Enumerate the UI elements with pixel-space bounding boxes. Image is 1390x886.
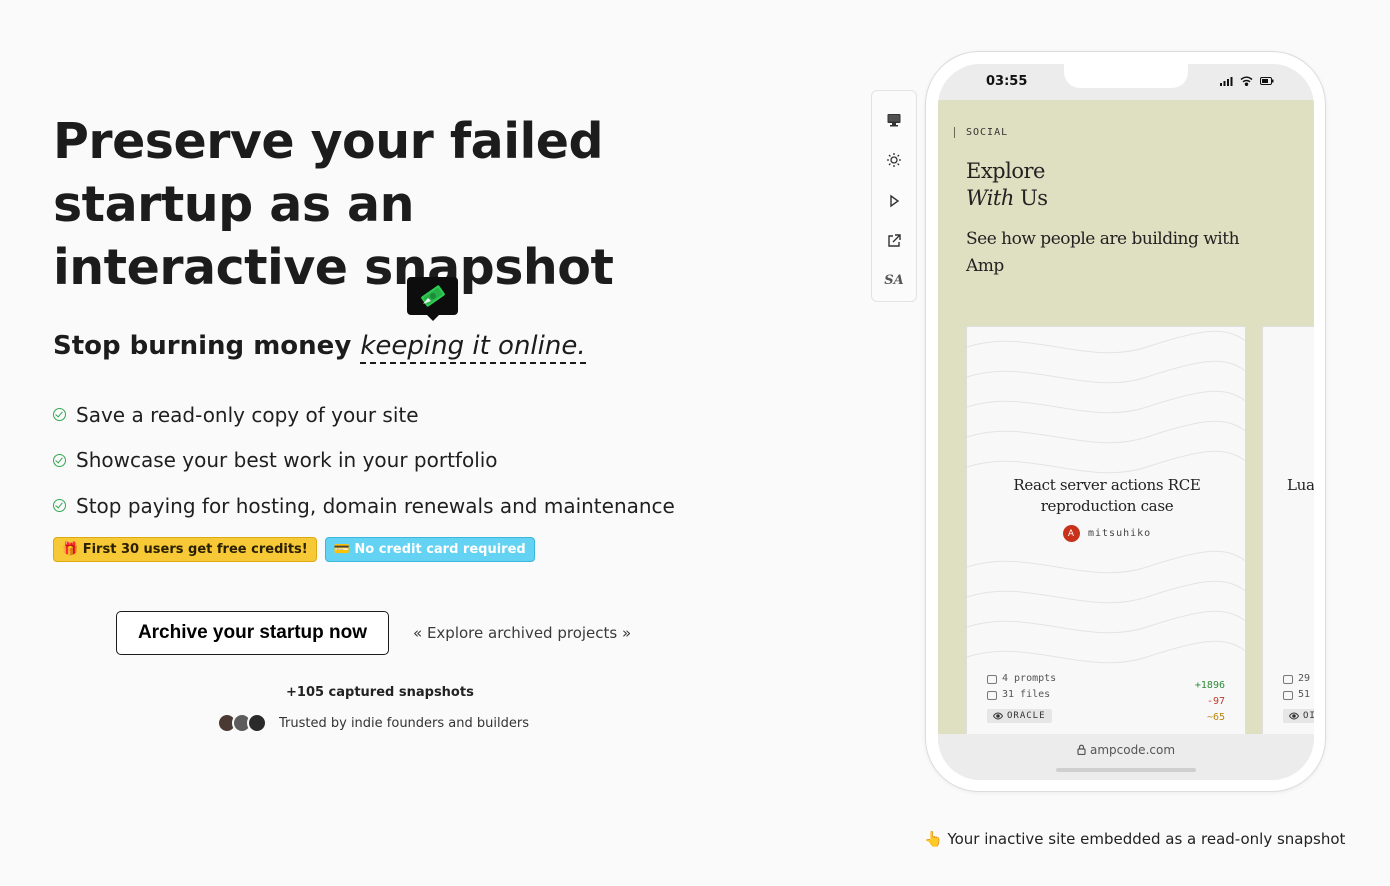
wifi-icon xyxy=(1240,76,1253,86)
explore-archived-link[interactable]: « Explore archived projects » xyxy=(413,624,631,642)
battery-icon xyxy=(1260,77,1274,85)
check-circle-icon xyxy=(53,499,66,513)
snapshots-count: +105 captured snapshots xyxy=(286,685,474,700)
eye-icon xyxy=(993,712,1003,720)
lines-modified: ~65 xyxy=(1206,712,1225,723)
file-icon xyxy=(1283,690,1293,700)
feature-item: Save a read-only copy of your site xyxy=(53,392,675,438)
subtitle-emphasis: keeping it online. xyxy=(360,331,586,364)
subtitle: Stop burning money keeping it online. xyxy=(53,328,586,364)
lock-icon xyxy=(1077,744,1086,756)
lines-removed: -97 xyxy=(1206,696,1225,707)
url-text: ampcode.com xyxy=(1089,743,1176,757)
url-display: ampcode.com xyxy=(938,743,1314,757)
explore-title-us: Us xyxy=(1013,186,1048,210)
feature-item: Stop paying for hosting, domain renewals… xyxy=(53,483,675,529)
sa-icon[interactable]: SA xyxy=(879,261,909,301)
money-icon xyxy=(407,277,458,321)
trusted-text: Trusted by indie founders and builders xyxy=(279,715,529,731)
external-link-icon[interactable] xyxy=(879,221,909,261)
no-credit-card-badge: 💳 No credit card required xyxy=(324,537,535,562)
trusted-row: Trusted by indie founders and builders xyxy=(217,713,529,733)
files-count: 51 xyxy=(1298,689,1311,700)
phone-frame: 03:55 SOCIAL Explore With Us See how peo… xyxy=(925,51,1326,792)
url-bar[interactable]: ampcode.com xyxy=(938,734,1314,780)
play-icon[interactable] xyxy=(879,180,909,220)
cta-row: Archive your startup now « Explore archi… xyxy=(116,611,631,655)
author-name: mitsuhiko xyxy=(1088,528,1152,539)
avatar-group xyxy=(217,713,267,733)
hero-title: Preserve your failed startup as an inter… xyxy=(53,113,614,296)
project-card[interactable]: Lua 29 51 OI xyxy=(1262,326,1314,734)
sa-label: SA xyxy=(884,273,904,289)
oracle-label: ORACLE xyxy=(1007,711,1046,721)
check-circle-icon xyxy=(53,408,66,422)
card-diff: +1896 -97 ~65 xyxy=(1195,678,1225,726)
archive-startup-button[interactable]: Archive your startup now xyxy=(116,611,389,655)
oracle-tag: ORACLE xyxy=(987,709,1052,723)
prompts-count: 4 prompts xyxy=(1002,673,1057,684)
status-icons xyxy=(1220,76,1274,86)
explore-title-with: With xyxy=(966,186,1014,210)
feature-list: Save a read-only copy of your site Showc… xyxy=(53,392,675,529)
chat-icon xyxy=(1283,674,1293,684)
project-card[interactable]: React server actions RCE reproduction ca… xyxy=(966,326,1246,734)
feature-text: Showcase your best work in your portfoli… xyxy=(76,448,498,473)
oracle-tag: OI xyxy=(1283,709,1314,723)
card-stats: 29 51 xyxy=(1283,671,1310,703)
feature-text: Save a read-only copy of your site xyxy=(76,402,419,427)
oracle-label: OI xyxy=(1303,711,1314,721)
eye-icon xyxy=(1289,712,1299,720)
home-indicator xyxy=(1056,768,1196,772)
explore-title: Explore With Us xyxy=(966,158,1048,212)
embed-caption: 👆 Your inactive site embedded as a read-… xyxy=(924,830,1346,848)
chat-icon xyxy=(987,674,997,684)
check-circle-icon xyxy=(53,453,66,467)
avatar xyxy=(247,713,267,733)
feature-text: Stop paying for hosting, domain renewals… xyxy=(76,493,675,518)
subtitle-main: Stop burning money xyxy=(53,331,352,361)
card-title: Lua xyxy=(1287,476,1314,494)
embedded-site: SOCIAL Explore With Us See how people ar… xyxy=(938,100,1314,734)
sun-icon[interactable] xyxy=(879,140,909,180)
feature-item: Showcase your best work in your portfoli… xyxy=(53,438,675,484)
files-count: 31 files xyxy=(1002,689,1051,700)
lines-added: +1896 xyxy=(1194,680,1225,691)
promo-badges: 🎁 First 30 users get free credits! 💳 No … xyxy=(53,537,535,562)
card-title: React server actions RCE reproduction ca… xyxy=(1013,476,1201,515)
phone-screen: 03:55 SOCIAL Explore With Us See how peo… xyxy=(938,64,1314,780)
preview-toolbar: SA xyxy=(871,90,917,302)
prompts-count: 29 xyxy=(1298,673,1311,684)
author-avatar: A xyxy=(1063,525,1080,542)
card-stats: 4 prompts 31 files xyxy=(987,671,1056,703)
signal-icon xyxy=(1220,76,1233,86)
status-bar: 03:55 xyxy=(938,64,1314,100)
free-credits-badge: 🎁 First 30 users get free credits! xyxy=(53,537,317,562)
desktop-icon[interactable] xyxy=(879,100,909,140)
section-label: SOCIAL xyxy=(954,127,1008,138)
card-author: A mitsuhiko xyxy=(1063,525,1151,542)
file-icon xyxy=(987,690,997,700)
phone-notch xyxy=(1064,64,1188,88)
status-time: 03:55 xyxy=(986,74,1028,89)
explore-title-line1: Explore xyxy=(966,159,1045,183)
explore-subtitle: See how people are building with Amp xyxy=(966,229,1240,276)
